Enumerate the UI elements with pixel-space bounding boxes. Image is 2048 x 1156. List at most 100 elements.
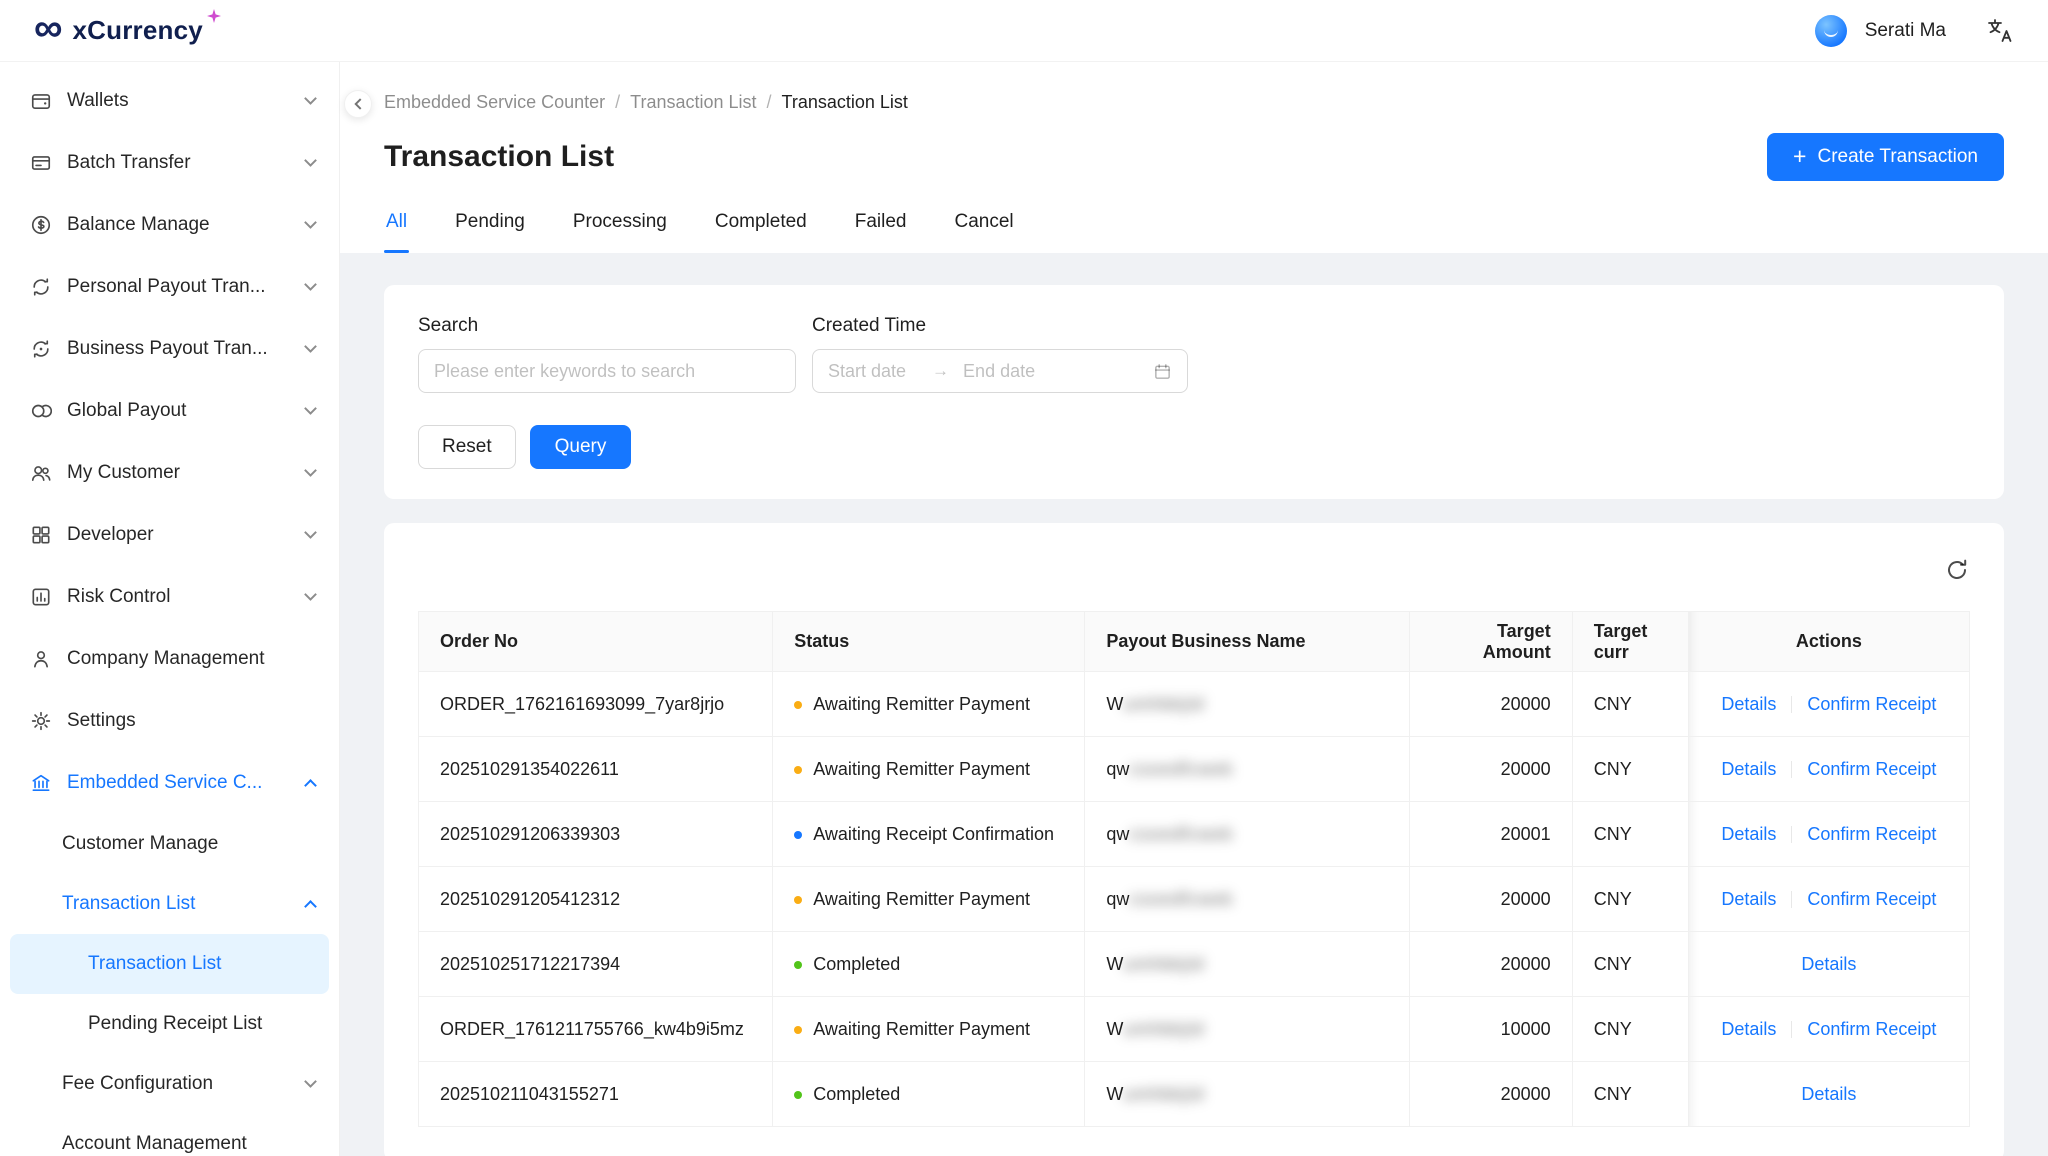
reset-button[interactable]: Reset [418,425,516,469]
details-link[interactable]: Details [1721,889,1776,909]
chevron-up-icon [304,779,317,792]
actions-cell: Details Confirm Receipt [1688,997,1969,1062]
sidebar-item-wallets[interactable]: Wallets [0,70,339,132]
sidebar-item-embedded-service-c[interactable]: Embedded Service C... [0,752,339,814]
tab-cancel[interactable]: Cancel [953,205,1016,253]
confirm-receipt-link[interactable]: Confirm Receipt [1807,694,1936,714]
details-link[interactable]: Details [1721,824,1776,844]
sidebar-item-account-management[interactable]: Account Management [0,1114,339,1156]
business-name-redacted: umhbkjtd [1123,1019,1204,1039]
details-link[interactable]: Details [1801,1084,1856,1104]
create-transaction-button[interactable]: + Create Transaction [1767,133,2004,181]
sidebar-item-settings[interactable]: Settings [0,690,339,752]
top-bar-right: Serati Ma [1815,15,2014,47]
sidebar-item-label: Customer Manage [62,833,315,855]
actions-cell: Details Confirm Receipt [1688,737,1969,802]
language-icon[interactable] [1986,17,2014,45]
breadcrumb-item[interactable]: Embedded Service Counter [384,92,605,113]
sidebar-item-balance-manage[interactable]: Balance Manage [0,194,339,256]
tab-failed[interactable]: Failed [853,205,909,253]
business-name-redacted: umhbkjtd [1123,694,1204,714]
details-link[interactable]: Details [1721,1019,1776,1039]
status-dot [794,831,802,839]
details-link[interactable]: Details [1721,759,1776,779]
chevron-down-icon [304,216,317,229]
sidebar-item-fee-configuration[interactable]: Fee Configuration [0,1054,339,1114]
status-dot [794,701,802,709]
sidebar-item-developer[interactable]: Developer [0,504,339,566]
business-name-redacted: umhbkjtd [1123,1084,1204,1104]
table-header-row: Order NoStatusPayout Business NameTarget… [419,612,1970,672]
action-divider [1791,891,1792,908]
breadcrumb: Embedded Service Counter / Transaction Lis… [384,92,2004,113]
chevron-down-icon [304,1075,317,1088]
tab-processing[interactable]: Processing [571,205,669,253]
breadcrumb-item[interactable]: Transaction List [630,92,756,113]
breadcrumb-separator: / [615,92,620,113]
actions-cell: Details Confirm Receipt [1688,672,1969,737]
refresh-icon[interactable] [1944,557,1970,583]
tab-all[interactable]: All [384,205,409,253]
actions-cell: Details [1688,932,1969,997]
sidebar-item-label: Settings [67,710,315,732]
target-currency-cell: CNY [1572,1062,1688,1127]
date-range-input[interactable]: Start date → End date [812,349,1188,393]
sidebar-item-batch-transfer[interactable]: Batch Transfer [0,132,339,194]
sidebar-item-business-payout-tran[interactable]: Business Payout Tran... [0,318,339,380]
target-currency-cell: CNY [1572,867,1688,932]
business-name-cell: Wumhbkjtd [1085,1062,1409,1127]
status-cell: Awaiting Remitter Payment [773,737,1085,802]
sidebar-item-label: Account Management [62,1133,315,1155]
sidebar-item-customer-manage[interactable]: Customer Manage [0,814,339,874]
wallet-icon [30,90,52,112]
chevron-down-icon [304,526,317,539]
confirm-receipt-link[interactable]: Confirm Receipt [1807,1019,1936,1039]
sidebar-item-transaction-list[interactable]: Transaction List [0,874,339,934]
brand-logo[interactable]: ∞ xCurrency [34,15,227,46]
status-cell: Awaiting Remitter Payment [773,867,1085,932]
business-name-prefix: qw [1106,824,1129,844]
sidebar-item-label: Balance Manage [67,214,306,236]
sidebar-item-my-customer[interactable]: My Customer [0,442,339,504]
page-header: Embedded Service Counter / Transaction Lis… [340,62,2048,253]
filter-panel: Search Please enter keywords to search C… [384,285,2004,499]
breadcrumb-item: Transaction List [782,92,908,113]
user-avatar[interactable] [1815,15,1847,47]
sidebar-item-personal-payout-tran[interactable]: Personal Payout Tran... [0,256,339,318]
sidebar-item-company-management[interactable]: Company Management [0,628,339,690]
sidebar-item-label: Transaction List [88,953,305,975]
action-divider [1791,761,1792,778]
table-row: 202510291205412312 Awaiting Remitter Pay… [419,867,1970,932]
confirm-receipt-link[interactable]: Confirm Receipt [1807,889,1936,909]
table-row: 202510251712217394 Completed Wumhbkjtd 2… [419,932,1970,997]
query-button[interactable]: Query [530,425,632,469]
chevron-down-icon [304,340,317,353]
sidebar-collapse-button[interactable] [344,90,372,118]
status-label: Awaiting Remitter Payment [813,889,1030,909]
tab-completed[interactable]: Completed [713,205,809,253]
target-currency-cell: CNY [1572,997,1688,1062]
details-link[interactable]: Details [1801,954,1856,974]
sidebar-item-transaction-list[interactable]: Transaction List [10,934,329,994]
search-input[interactable]: Please enter keywords to search [418,349,796,393]
user-name[interactable]: Serati Ma [1865,20,1946,42]
sidebar-item-risk-control[interactable]: Risk Control [0,566,339,628]
sidebar-item-label: Company Management [67,648,315,670]
developer-icon [30,524,52,546]
global-payout-icon [30,400,52,422]
confirm-receipt-link[interactable]: Confirm Receipt [1807,824,1936,844]
tab-pending[interactable]: Pending [453,205,527,253]
column-header-order-no: Order No [419,612,773,672]
chevron-up-icon [304,900,317,913]
actions-cell: Details Confirm Receipt [1688,867,1969,932]
business-name-redacted: csoedfcwek [1129,824,1233,844]
company-management-icon [30,648,52,670]
details-link[interactable]: Details [1721,694,1776,714]
sidebar-item-label: Personal Payout Tran... [67,276,306,298]
sidebar-item-global-payout[interactable]: Global Payout [0,380,339,442]
target-currency-cell: CNY [1572,802,1688,867]
sidebar-item-label: Business Payout Tran... [67,338,306,360]
action-divider [1791,696,1792,713]
sidebar-item-pending-receipt-list[interactable]: Pending Receipt List [0,994,339,1054]
confirm-receipt-link[interactable]: Confirm Receipt [1807,759,1936,779]
